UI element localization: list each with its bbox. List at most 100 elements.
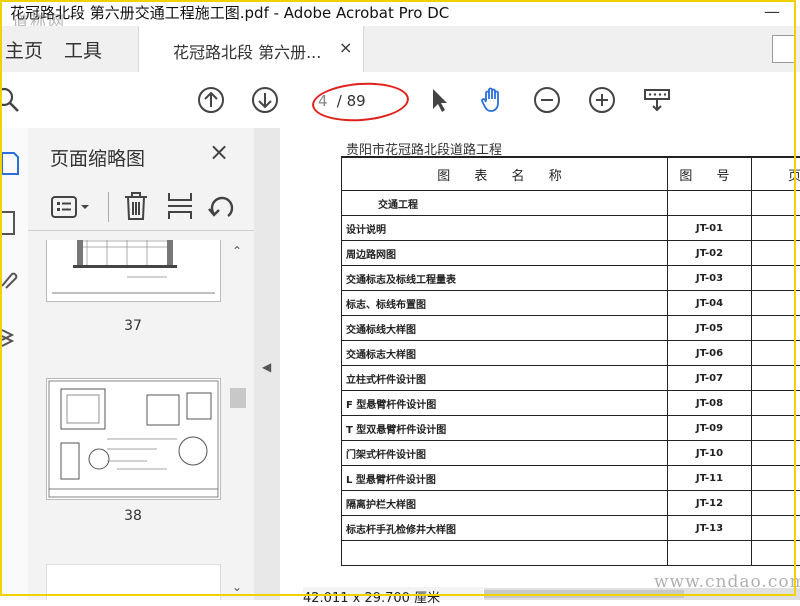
page-thumbnails-icon[interactable] xyxy=(0,150,20,176)
row-pages xyxy=(752,391,800,416)
row-pages xyxy=(752,341,800,366)
prev-page-icon[interactable] xyxy=(197,86,225,114)
tab-document-label: 花冠路北段 第六册... xyxy=(173,39,321,63)
thumbnail-toolbar xyxy=(28,184,254,231)
zoom-out-icon[interactable] xyxy=(533,86,561,114)
row-name: 标志杆手孔检修井大样图 xyxy=(342,516,668,541)
table-row: 周边路网图JT-02 xyxy=(342,241,800,266)
row-code: JT-04 xyxy=(668,291,752,316)
close-tab-icon[interactable]: × xyxy=(339,38,352,57)
thumbnail-label: 37 xyxy=(28,318,228,334)
tab-bar: 主页 工具 花冠路北段 第六册... × xyxy=(0,26,800,73)
thumbnail-drawing xyxy=(47,240,220,301)
highlight-annotation-circle xyxy=(311,80,410,125)
row-pages xyxy=(752,316,800,341)
options-icon[interactable] xyxy=(50,194,94,220)
print-tool-icon[interactable] xyxy=(643,86,671,114)
tab-overflow-button[interactable] xyxy=(772,35,796,63)
thumbnail-page-37[interactable] xyxy=(46,240,221,302)
collapse-panel-icon[interactable]: ◀ xyxy=(262,360,271,374)
row-name: 立柱式杆件设计图 xyxy=(342,366,668,391)
row-name: 周边路网图 xyxy=(342,241,668,266)
thumbnail-list: 37 38 xyxy=(28,240,228,600)
row-name: 交通标线大样图 xyxy=(342,316,668,341)
table-row: 交通标志大样图JT-06 xyxy=(342,341,800,366)
row-pages xyxy=(752,466,800,491)
table-row: 设计说明JT-01 xyxy=(342,216,800,241)
row-name: 隔离护栏大样图 xyxy=(342,491,668,516)
hand-tool-icon[interactable] xyxy=(479,86,507,114)
row-code: JT-02 xyxy=(668,241,752,266)
row-code: JT-07 xyxy=(668,366,752,391)
table-row: 交通标线大样图JT-05 xyxy=(342,316,800,341)
zoom-icon[interactable] xyxy=(0,86,22,114)
row-pages xyxy=(752,266,800,291)
title-bar: 花冠路北段 第六册交通工程施工图.pdf - Adobe Acrobat Pro… xyxy=(0,0,800,26)
thumbnail-label: 38 xyxy=(28,508,228,524)
scroll-up-icon[interactable]: ⌃ xyxy=(232,244,242,258)
tab-tools[interactable]: 工具 xyxy=(64,36,102,63)
next-page-icon[interactable] xyxy=(251,86,279,114)
row-pages xyxy=(752,291,800,316)
watermark-bottom: www.cndao.com xyxy=(654,572,800,592)
table-row: 标志、标线布置图JT-04 xyxy=(342,291,800,316)
header-code: 图 号 xyxy=(668,157,752,191)
row-name: T 型双悬臂杆件设计图 xyxy=(342,416,668,441)
pdf-page: 贵阳市花冠路北段道路工程 图 表 名 称 图 号 页 交通工程 设计说明JT-0… xyxy=(280,128,800,600)
thumbnail-drawing xyxy=(47,379,220,499)
tab-home[interactable]: 主页 xyxy=(5,36,43,63)
rotate-page-icon[interactable] xyxy=(206,190,238,222)
row-code: JT-11 xyxy=(668,466,752,491)
row-name: 交通标志及标线工程量表 xyxy=(342,266,668,291)
row-name: 标志、标线布置图 xyxy=(342,291,668,316)
table-row: L 型悬臂杆件设计图JT-11 xyxy=(342,466,800,491)
zoom-in-icon[interactable] xyxy=(588,86,616,114)
table-header-row: 图 表 名 称 图 号 页 xyxy=(342,157,800,191)
row-code: JT-13 xyxy=(668,516,752,541)
table-row: T 型双悬臂杆件设计图JT-09 xyxy=(342,416,800,441)
thumbnail-page-38[interactable] xyxy=(46,378,221,500)
row-pages xyxy=(752,441,800,466)
thumbnail-scrollbar[interactable]: ⌃ ⌄ xyxy=(228,240,248,600)
row-pages xyxy=(752,516,800,541)
tab-document[interactable]: 花冠路北段 第六册... × xyxy=(138,26,364,72)
row-name: 设计说明 xyxy=(342,216,668,241)
layers-icon[interactable] xyxy=(0,326,20,352)
page-size-readout: 42.011 x 29.700 厘米 xyxy=(303,587,483,600)
close-panel-icon[interactable]: × xyxy=(209,138,229,166)
row-name: L 型悬臂杆件设计图 xyxy=(342,466,668,491)
row-code xyxy=(668,541,752,566)
row-code: JT-12 xyxy=(668,491,752,516)
insert-page-icon[interactable] xyxy=(166,190,194,222)
row-pages xyxy=(752,416,800,441)
section-title: 交通工程 xyxy=(342,191,668,216)
window-title: 花冠路北段 第六册交通工程施工图.pdf - Adobe Acrobat Pro… xyxy=(10,2,449,23)
select-cursor-icon[interactable] xyxy=(426,86,454,114)
section-row: 交通工程 xyxy=(342,191,800,216)
delete-page-icon[interactable] xyxy=(122,190,150,222)
row-code: JT-08 xyxy=(668,391,752,416)
drawing-index-table: 图 表 名 称 图 号 页 交通工程 设计说明JT-01周边路网图JT-02交通… xyxy=(341,156,800,566)
table-row xyxy=(342,541,800,566)
row-pages xyxy=(752,366,800,391)
attachments-icon[interactable] xyxy=(0,268,20,290)
navigation-icon-strip xyxy=(0,128,29,600)
row-pages xyxy=(752,491,800,516)
toolbar: 4 / 89 xyxy=(0,72,800,129)
row-pages xyxy=(752,241,800,266)
row-code: JT-09 xyxy=(668,416,752,441)
table-row: 立柱式杆件设计图JT-07 xyxy=(342,366,800,391)
row-name: F 型悬臂杆件设计图 xyxy=(342,391,668,416)
minimize-button[interactable]: — xyxy=(764,2,780,21)
row-name: 交通标志大样图 xyxy=(342,341,668,366)
row-pages xyxy=(752,541,800,566)
table-row: 门架式杆件设计图JT-10 xyxy=(342,441,800,466)
row-code: JT-10 xyxy=(668,441,752,466)
bookmarks-icon[interactable] xyxy=(0,210,20,238)
toolbar-divider xyxy=(108,192,109,222)
document-viewer: ◀ 贵阳市花冠路北段道路工程 图 表 名 称 图 号 页 交通工程 设计说明JT… xyxy=(254,128,800,600)
scrollbar-thumb[interactable] xyxy=(230,388,246,408)
row-code: JT-01 xyxy=(668,216,752,241)
thumbnail-page-39[interactable] xyxy=(46,564,221,600)
scroll-down-icon[interactable]: ⌄ xyxy=(232,580,242,594)
